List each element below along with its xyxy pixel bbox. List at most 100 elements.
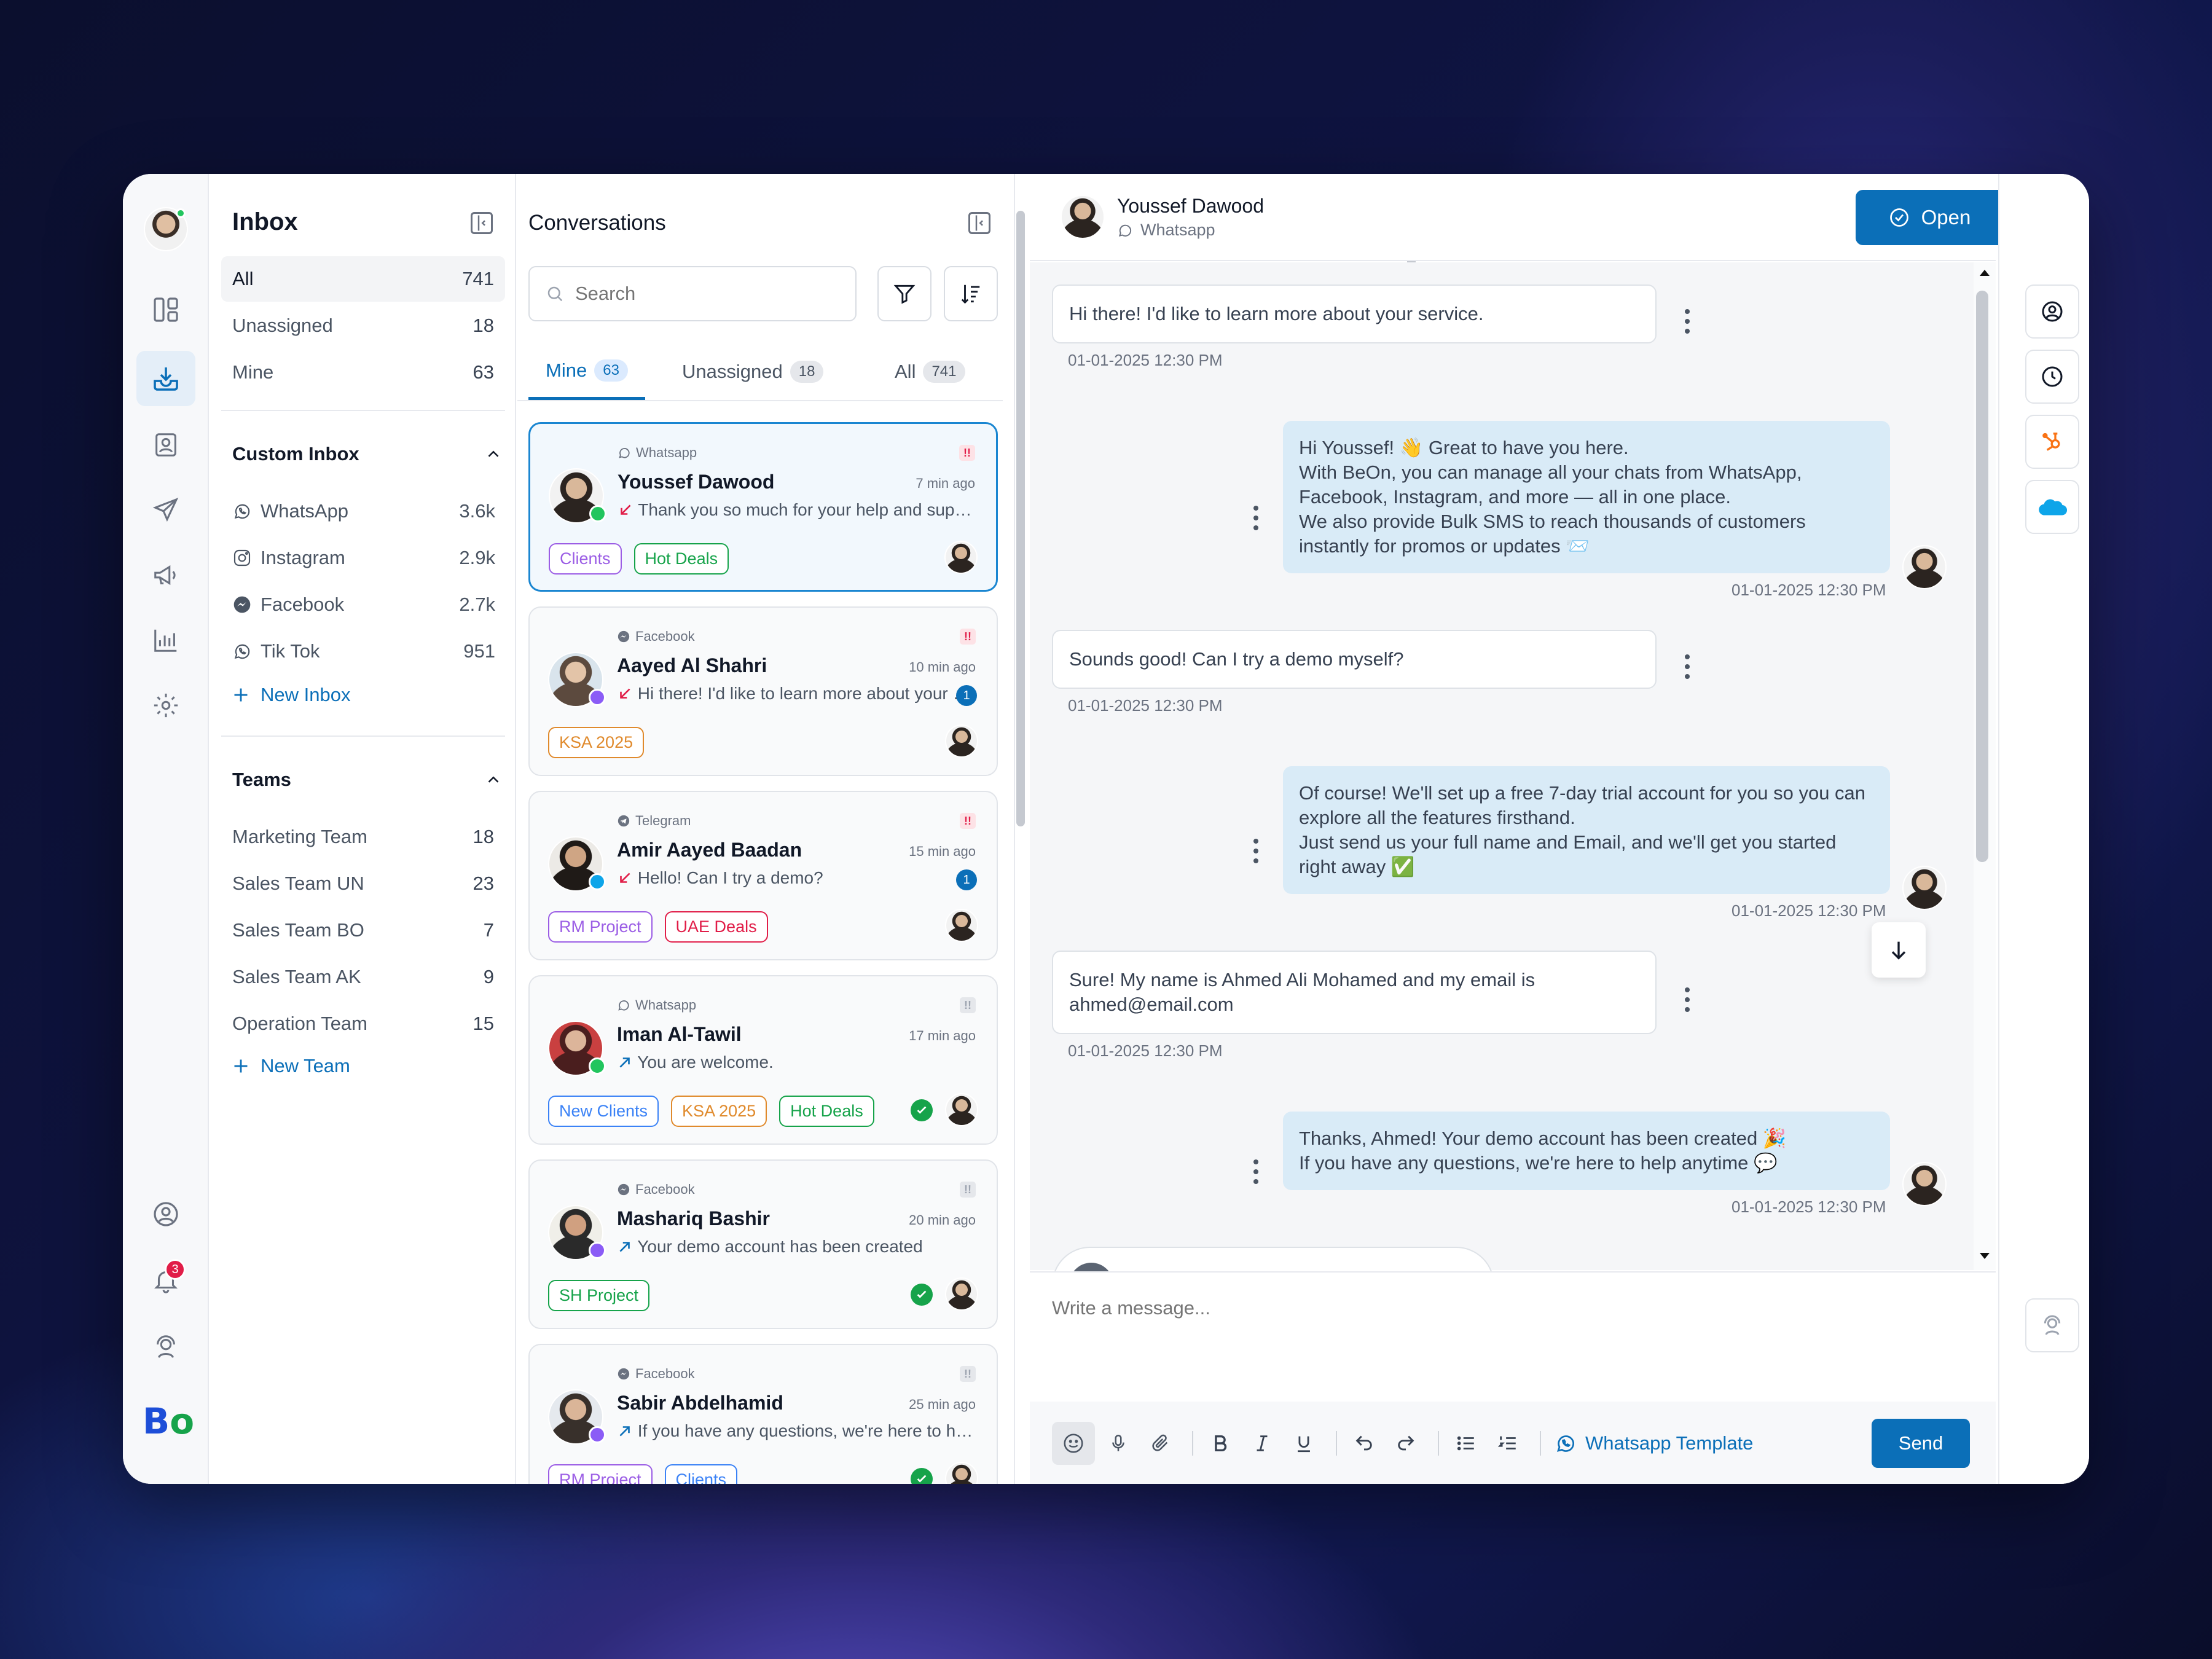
open-button[interactable]: Open xyxy=(1856,190,2004,245)
team-count: 7 xyxy=(483,919,494,941)
messenger-icon xyxy=(618,630,630,643)
rail-profile[interactable] xyxy=(136,1186,195,1242)
contact-info-button[interactable] xyxy=(2025,284,2079,339)
team-item[interactable]: Sales Team AK 9 xyxy=(221,954,505,1000)
history-button[interactable] xyxy=(2025,350,2079,404)
collapse-inbox-button[interactable] xyxy=(471,212,493,234)
rail-dashboard[interactable] xyxy=(136,282,195,337)
tag[interactable]: Clients xyxy=(664,1464,738,1484)
underline-button[interactable] xyxy=(1285,1425,1322,1462)
rail-campaigns[interactable] xyxy=(136,547,195,603)
sidebar-collapse-icon xyxy=(477,215,485,231)
outgoing-message: Hi Youssef! 👋 Great to have you here. Wi… xyxy=(1283,421,1890,573)
rail-inbox[interactable] xyxy=(136,351,195,406)
tag[interactable]: RM Project xyxy=(548,911,653,943)
channel-badge-icon xyxy=(589,1057,606,1075)
undo-button[interactable] xyxy=(1346,1425,1382,1462)
source-label: Telegram xyxy=(635,813,691,828)
rail-send[interactable] xyxy=(136,482,195,538)
messenger-icon xyxy=(233,596,251,613)
inbox-item-mine[interactable]: Mine 63 xyxy=(221,350,505,395)
new-inbox-label: New Inbox xyxy=(261,684,351,705)
conversation-scroll-thumb[interactable] xyxy=(1016,211,1025,826)
custom-inbox-header[interactable]: Custom Inbox xyxy=(232,443,503,465)
message-menu-button[interactable] xyxy=(1252,839,1260,863)
message-menu-button[interactable] xyxy=(1684,309,1691,334)
chat-scroll-thumb[interactable] xyxy=(1976,291,1988,862)
outgoing-message: Thanks, Ahmed! Your demo account has bee… xyxy=(1283,1112,1890,1190)
scroll-to-bottom-button[interactable] xyxy=(1872,922,1926,978)
card-source: Whatsapp xyxy=(617,997,696,1013)
assignee-avatar xyxy=(945,909,978,942)
team-item[interactable]: Sales Team UN 23 xyxy=(221,861,505,906)
channel-item-tiktok[interactable]: Tik Tok 951 xyxy=(232,629,495,674)
message-thread: Hi there! I'd like to learn more about y… xyxy=(1030,262,1974,1349)
channel-item-instagram[interactable]: Instagram 2.9k xyxy=(232,535,495,581)
contact-avatar[interactable] xyxy=(1061,195,1105,239)
team-item[interactable]: Marketing Team 18 xyxy=(221,814,505,860)
send-button[interactable]: Send xyxy=(1872,1419,1970,1468)
message-menu-button[interactable] xyxy=(1252,1159,1260,1184)
inbox-item-all[interactable]: All 741 xyxy=(221,256,505,302)
new-team-link[interactable]: New Team xyxy=(232,1055,350,1077)
agent-assist-button[interactable] xyxy=(2025,1298,2079,1352)
inbox-item-unassigned[interactable]: Unassigned 18 xyxy=(221,303,505,348)
emoji-button[interactable] xyxy=(1052,1422,1095,1465)
rail-reports[interactable] xyxy=(136,613,195,668)
teams-header[interactable]: Teams xyxy=(232,769,503,791)
tag[interactable]: New Clients xyxy=(548,1096,659,1127)
team-item[interactable]: Operation Team 15 xyxy=(221,1001,505,1046)
hubspot-button[interactable] xyxy=(2025,415,2079,469)
numbered-list-button[interactable] xyxy=(1489,1425,1526,1462)
rail-settings[interactable] xyxy=(136,678,195,733)
redo-button[interactable] xyxy=(1387,1425,1424,1462)
whatsapp-template-button[interactable]: Whatsapp Template xyxy=(1555,1432,1753,1454)
channel-item-facebook[interactable]: Facebook 2.7k xyxy=(232,582,495,627)
tag[interactable]: Clients xyxy=(549,543,622,575)
salesforce-button[interactable] xyxy=(2025,480,2079,534)
tag[interactable]: KSA 2025 xyxy=(671,1096,767,1127)
tag[interactable]: KSA 2025 xyxy=(548,727,645,758)
inbox-item-label: Mine xyxy=(232,361,274,383)
conversation-card[interactable]: Facebook Mashariq Bashir 20 min ago !! Y… xyxy=(528,1159,998,1329)
channel-count: 951 xyxy=(463,640,495,662)
attach-button[interactable] xyxy=(1142,1425,1179,1462)
conversation-card[interactable]: Facebook Sabir Abdelhamid 25 min ago !! … xyxy=(528,1344,998,1484)
conversation-card[interactable]: Whatsapp Iman Al-Tawil 17 min ago !! You… xyxy=(528,975,998,1145)
new-inbox-link[interactable]: New Inbox xyxy=(232,684,350,706)
card-source: Facebook xyxy=(617,629,695,645)
chat-header: Youssef Dawood Whatsapp Open xyxy=(1030,174,2058,261)
incoming-message: Hi there! I'd like to learn more about y… xyxy=(1052,284,1657,343)
whatsapp-icon xyxy=(234,644,250,659)
card-preview: If you have any questions, we're here to… xyxy=(617,1421,973,1441)
message-input[interactable] xyxy=(1052,1297,1949,1319)
bold-button[interactable] xyxy=(1202,1425,1239,1462)
source-label: Whatsapp xyxy=(636,445,697,460)
inbox-item-count: 63 xyxy=(473,361,494,383)
tag[interactable]: Hot Deals xyxy=(633,543,729,575)
conversation-card[interactable]: Facebook Aayed Al Shahri 10 min ago !! H… xyxy=(528,606,998,776)
conversation-card[interactable]: Whatsapp Youssef Dawood 7 min ago !! Tha… xyxy=(528,422,998,592)
italic-button[interactable] xyxy=(1244,1425,1281,1462)
scroll-up-icon xyxy=(1980,270,1990,276)
rail-support[interactable] xyxy=(136,1319,195,1375)
tag[interactable]: RM Project xyxy=(548,1464,653,1484)
message-menu-button[interactable] xyxy=(1684,654,1691,679)
voice-record-button[interactable] xyxy=(1100,1425,1137,1462)
rail-contacts[interactable] xyxy=(136,417,195,473)
agent-avatar xyxy=(1902,1162,1947,1206)
app-window: 3 Bo Inbox All 741 Unassigned 18 Mine 63 Cu… xyxy=(123,174,2089,1484)
tag[interactable]: UAE Deals xyxy=(664,911,768,943)
rail-notifications[interactable] xyxy=(136,1253,195,1308)
tag[interactable]: SH Project xyxy=(548,1280,650,1311)
bullet-list-button[interactable] xyxy=(1448,1425,1484,1462)
message-menu-button[interactable] xyxy=(1252,506,1260,530)
user-circle-icon xyxy=(154,1202,178,1226)
support-agent-icon xyxy=(2044,1315,2061,1335)
undo-icon xyxy=(1355,1435,1372,1451)
tag[interactable]: Hot Deals xyxy=(779,1096,874,1127)
message-menu-button[interactable] xyxy=(1684,987,1691,1012)
conversation-card[interactable]: Telegram Amir Aayed Baadan 15 min ago !!… xyxy=(528,791,998,960)
channel-item-whatsapp[interactable]: WhatsApp 3.6k xyxy=(232,488,495,534)
team-item[interactable]: Sales Team BO 7 xyxy=(221,908,505,953)
